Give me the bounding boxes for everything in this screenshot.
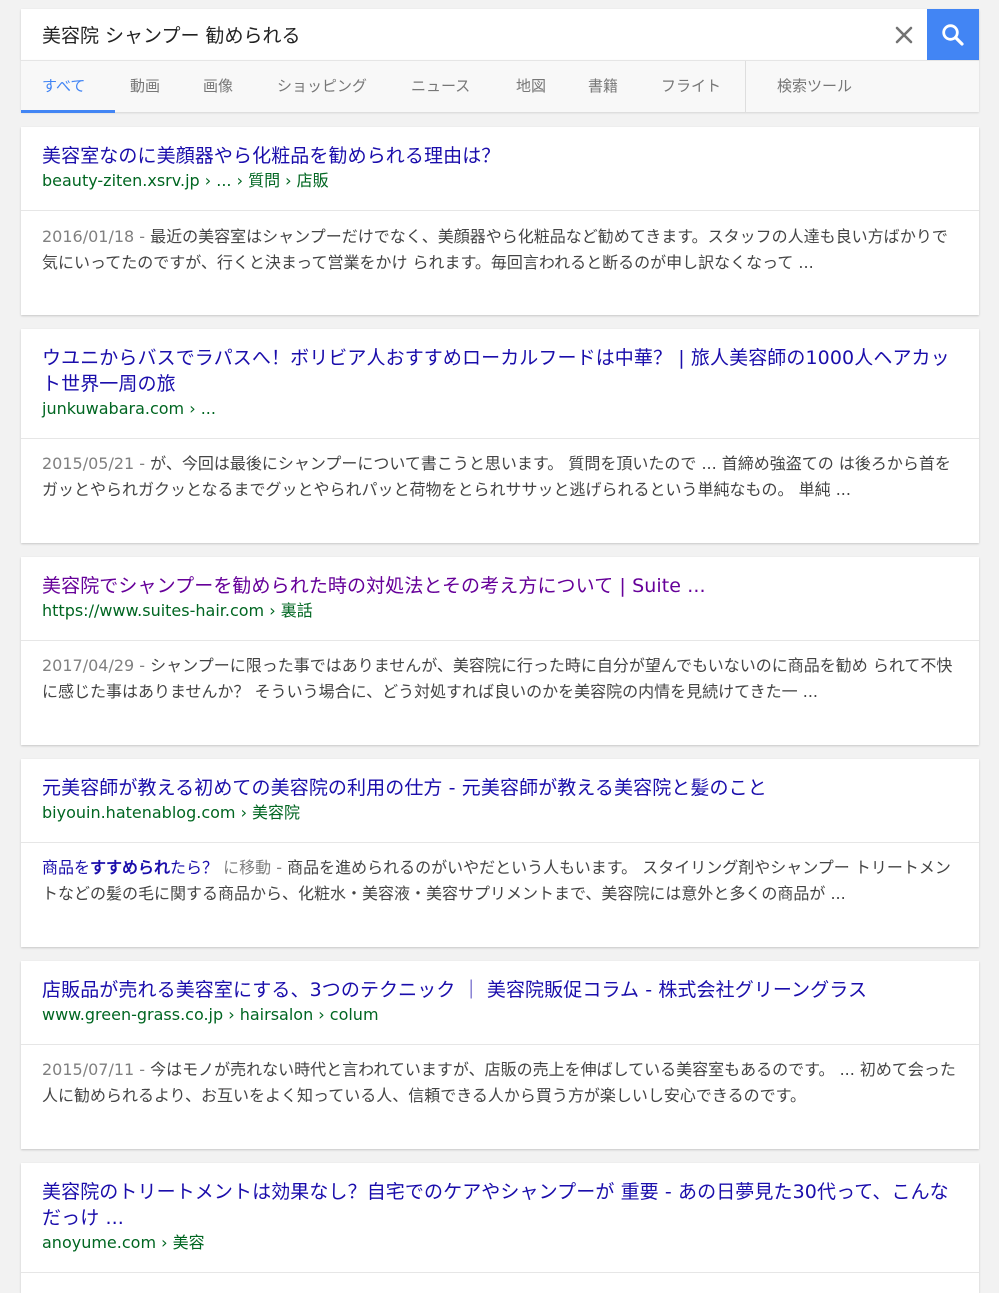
tab-label: すべて <box>42 77 86 95</box>
search-icon <box>942 23 964 46</box>
tab-search-tools[interactable]: 検索ツール <box>777 61 852 112</box>
tab-books[interactable]: 書籍 <box>588 61 618 112</box>
tab-all[interactable]: すべて <box>42 61 85 112</box>
result-snippet: 2015/07/11 - 今はモノが売れない時代と言われていますが、店販の売上を… <box>42 1057 958 1109</box>
result-url[interactable]: https://www.suites-hair.com › 裏話 <box>42 600 958 622</box>
tab-divider <box>745 61 746 112</box>
snippet-text: 今はモノが売れない時代と言われていますが、店販の売上を伸ばしている美容室もあるの… <box>42 1060 956 1105</box>
card-divider <box>21 438 979 439</box>
jump-to-section-link[interactable]: 商品をすすめられたら？ <box>42 858 218 877</box>
tab-label: フライト <box>661 77 722 95</box>
tab-label: ショッピング <box>277 77 368 95</box>
result-card: 美容院のトリートメントは効果なし？自宅でのケアやシャンプーが 重要 - あの日夢… <box>21 1163 979 1293</box>
result-title-link[interactable]: 店販品が売れる美容室にする、3つのテクニック ｜ 美容院販促コラム - 株式会社… <box>42 977 958 1003</box>
result-url[interactable]: anoyume.com › 美容 <box>42 1232 958 1254</box>
tab-news[interactable]: ニュース <box>411 61 470 112</box>
result-snippet: 2015/05/21 - が、今回は最後にシャンプーについて書こうと思います。 … <box>42 451 958 503</box>
result-title-link[interactable]: 美容室なのに美顔器やら化粧品を勧められる理由は？ <box>42 143 958 169</box>
result-snippet: 2017/04/29 - シャンプーに限った事ではありませんが、美容院に行った時… <box>42 653 958 705</box>
tab-label: 地図 <box>516 77 547 95</box>
tab-label: ニュース <box>411 77 471 95</box>
tab-shopping[interactable]: ショッピング <box>277 61 367 112</box>
result-date: 2015/07/11 - <box>42 1060 151 1079</box>
result-title-link[interactable]: 美容院でシャンプーを勧められた時の対処法とその考え方について | Suite .… <box>42 573 958 599</box>
result-card: 店販品が売れる美容室にする、3つのテクニック ｜ 美容院販促コラム - 株式会社… <box>21 961 979 1149</box>
search-button[interactable] <box>927 9 979 60</box>
card-divider <box>21 640 979 641</box>
search-bar <box>21 9 979 60</box>
snippet-text: 最近の美容室はシャンプーだけでなく、美顔器やら化粧品など勧めてきます。スタッフの… <box>42 227 948 272</box>
result-title-link[interactable]: 元美容師が教える初めての美容院の利用の仕方 - 元美容師が教える美容院と髪のこと <box>42 775 958 801</box>
result-url[interactable]: biyouin.hatenablog.com › 美容院 <box>42 802 958 824</box>
tab-label: 書籍 <box>588 77 619 95</box>
jump-link-bold: すすめられ <box>90 858 171 877</box>
jump-link-prefix: 商品を <box>42 858 91 877</box>
result-card: 美容室なのに美顔器やら化粧品を勧められる理由は？ beauty-ziten.xs… <box>21 127 979 315</box>
tab-flights[interactable]: フライト <box>661 61 721 112</box>
result-card: 美容院でシャンプーを勧められた時の対処法とその考え方について | Suite .… <box>21 557 979 745</box>
snippet-text: シャンプーに限った事ではありませんが、美容院に行った時に自分が望んでもいないのに… <box>42 656 953 701</box>
result-date: 2017/04/29 - <box>42 656 151 675</box>
result-title-link[interactable]: ウユニからバスでラパスへ！ボリビア人おすすめローカルフードは中華？ | 旅人美容… <box>42 345 958 397</box>
tab-label: 画像 <box>203 77 234 95</box>
card-divider <box>21 1272 979 1273</box>
active-tab-indicator <box>21 110 115 113</box>
clear-search-button[interactable] <box>887 19 921 51</box>
jump-label: に移動 - <box>218 858 288 877</box>
result-snippet: 2016/01/18 - 最近の美容室はシャンプーだけでなく、美顔器やら化粧品な… <box>42 224 958 276</box>
jump-link-suffix: たら？ <box>170 858 219 877</box>
result-date: 2016/01/18 - <box>42 227 151 246</box>
search-input[interactable] <box>21 9 881 60</box>
result-url[interactable]: beauty-ziten.xsrv.jp › ... › 質問 › 店販 <box>42 170 958 192</box>
tab-label: 検索ツール <box>777 77 853 95</box>
search-tabs: すべて 動画 画像 ショッピング ニュース 地図 書籍 フライト 検索ツール <box>21 60 979 113</box>
result-card: ウユニからバスでラパスへ！ボリビア人おすすめローカルフードは中華？ | 旅人美容… <box>21 329 979 543</box>
result-snippet: 商品をすすめられたら？ に移動 - 商品を進められるのがいやだという人もいます。… <box>42 855 958 907</box>
result-url[interactable]: junkuwabara.com › ... <box>42 398 958 420</box>
tab-label: 動画 <box>130 77 161 95</box>
result-card: 元美容師が教える初めての美容院の利用の仕方 - 元美容師が教える美容院と髪のこと… <box>21 759 979 947</box>
result-title-link[interactable]: 美容院のトリートメントは効果なし？自宅でのケアやシャンプーが 重要 - あの日夢… <box>42 1179 958 1231</box>
tab-videos[interactable]: 動画 <box>130 61 160 112</box>
tab-maps[interactable]: 地図 <box>516 61 546 112</box>
card-divider <box>21 210 979 211</box>
tab-images[interactable]: 画像 <box>203 61 233 112</box>
card-divider <box>21 1044 979 1045</box>
result-date: 2015/05/21 - <box>42 454 151 473</box>
close-icon <box>895 26 913 44</box>
result-url[interactable]: www.green-grass.co.jp › hairsalon › colu… <box>42 1004 958 1026</box>
snippet-text: が、今回は最後にシャンプーについて書こうと思います。 質問を頂いたので ... … <box>42 454 951 499</box>
card-divider <box>21 842 979 843</box>
